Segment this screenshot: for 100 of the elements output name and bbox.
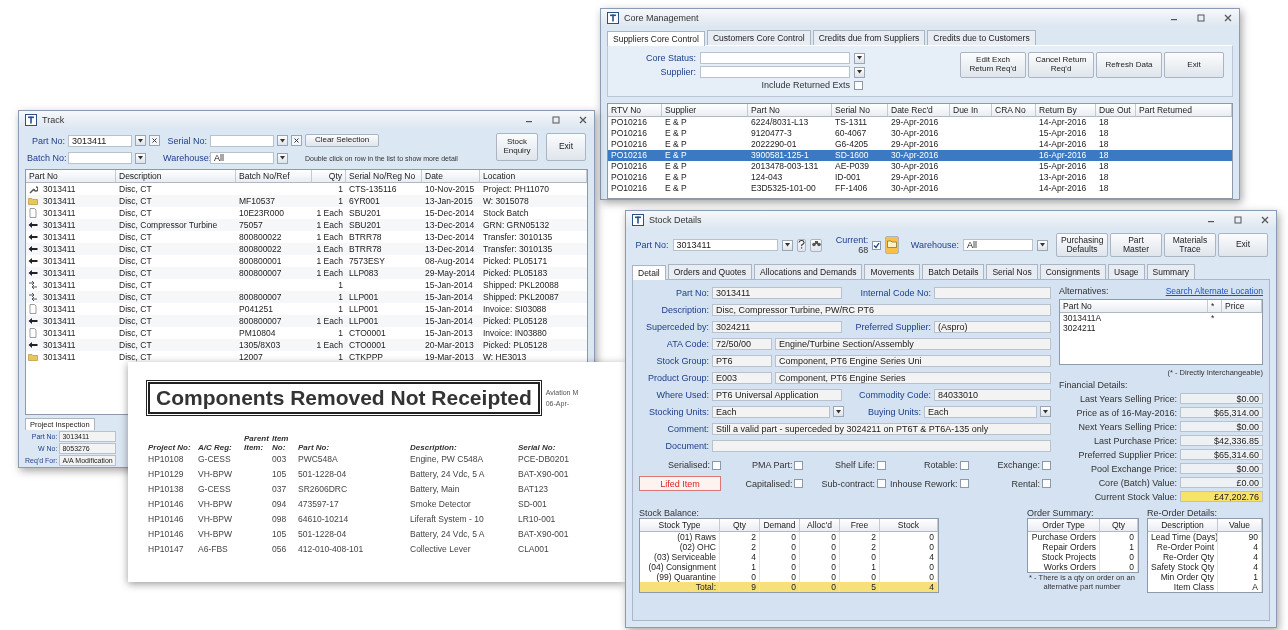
checkbox[interactable]: [959, 460, 969, 470]
field-label: Internal Code No:: [859, 287, 931, 298]
toolbar-button[interactable]: Exit: [1218, 233, 1268, 257]
checkbox[interactable]: [876, 479, 886, 488]
close-icon[interactable]: [578, 115, 588, 125]
tab[interactable]: Consignments: [1039, 264, 1106, 279]
tab[interactable]: Customers Core Control: [707, 30, 811, 45]
checkbox[interactable]: [872, 240, 882, 250]
dropdown-button[interactable]: [277, 152, 288, 164]
toolbar-button[interactable]: Edit Exch Return Req'd: [960, 52, 1026, 78]
text-field[interactable]: 84033010: [934, 388, 1051, 401]
value-field: $0.00: [1180, 393, 1263, 404]
table-row[interactable]: PO10216 E & P 3900581-125-1 SD-1600 30-Apr-2016 16-Apr-2016 18: [608, 150, 1232, 161]
text-field[interactable]: 3013411: [712, 286, 842, 299]
text-field[interactable]: Each: [712, 405, 830, 418]
maximize-icon[interactable]: [551, 115, 561, 125]
toolbar-button[interactable]: Exit: [1164, 52, 1224, 78]
text-field[interactable]: [712, 439, 1051, 452]
clear-button[interactable]: [291, 135, 302, 146]
tab[interactable]: Usage: [1108, 264, 1145, 279]
table-cell-text: 800800007: [238, 315, 283, 327]
value-field: $0.00: [1180, 421, 1263, 432]
text-field[interactable]: Disc, Compressor Turbine, PW/RC PT6: [712, 303, 1051, 316]
table-row[interactable]: PO10216 E & P 124-043 ID-001 29-Apr-2016 13-Apr-2016 18: [608, 172, 1232, 183]
table-row[interactable]: PO10216 E & P 6224/8031-L13 TS-1311 29-Apr-2016 14-Apr-2016 18: [608, 117, 1232, 128]
dropdown-field[interactable]: [68, 152, 132, 164]
dropdown-button[interactable]: [854, 52, 865, 64]
text-field[interactable]: (Aspro): [934, 320, 1051, 333]
table-cell-text: 15-Jan-2013: [424, 327, 474, 339]
tab[interactable]: Credits due from Suppliers: [812, 30, 926, 45]
table-cell-text: 3900581-125-1: [750, 150, 810, 161]
table-cell-text: Disc, CT: [118, 243, 153, 255]
text-field[interactable]: 72/50/00: [712, 337, 772, 350]
exit-button[interactable]: Exit: [546, 133, 586, 161]
text-field[interactable]: PT6: [712, 354, 772, 367]
text-field[interactable]: 3024211: [712, 320, 842, 333]
dropdown-button[interactable]: [135, 135, 146, 146]
dropdown-button[interactable]: [781, 239, 793, 251]
tab[interactable]: Serial Nos: [986, 264, 1038, 279]
tab[interactable]: Detail: [632, 265, 666, 280]
checkbox[interactable]: [794, 479, 804, 488]
close-icon[interactable]: [1223, 13, 1233, 23]
table-row[interactable]: PO10216 E & P 2022290-01 G6-4205 29-Apr-2016 14-Apr-2016 18: [608, 139, 1232, 150]
checkbox[interactable]: [794, 460, 804, 470]
clear-button[interactable]: [149, 135, 160, 146]
dropdown-button[interactable]: [135, 152, 146, 164]
dropdown-field[interactable]: 3013411: [68, 134, 132, 147]
help-button[interactable]: [796, 238, 807, 252]
dropdown-button[interactable]: [1037, 239, 1048, 251]
checkbox[interactable]: [959, 479, 969, 488]
toolbar-button[interactable]: Purchasing Defaults: [1056, 233, 1108, 257]
text-field[interactable]: Each: [924, 405, 1037, 418]
tab[interactable]: Summary: [1146, 264, 1195, 279]
toolbar-button[interactable]: Materials Trace: [1164, 233, 1216, 257]
table-cell-text: 3013411: [42, 327, 77, 339]
toolbar-button[interactable]: Refresh Data: [1096, 52, 1162, 78]
tab[interactable]: Movements: [864, 264, 921, 279]
tab[interactable]: Suppliers Core Control: [607, 31, 705, 46]
tab[interactable]: Orders and Quotes: [667, 264, 753, 279]
checkbox[interactable]: [854, 80, 863, 90]
toolbar-button[interactable]: Part Master: [1110, 233, 1162, 257]
checkbox[interactable]: [1042, 460, 1051, 470]
toolbar-button[interactable]: Cancel Return Req'd: [1028, 52, 1094, 78]
text-field[interactable]: E003: [712, 371, 772, 384]
checkbox[interactable]: [876, 460, 886, 470]
maximize-icon[interactable]: [1196, 13, 1206, 23]
dropdown-field[interactable]: [700, 52, 850, 64]
tab[interactable]: Batch Details: [922, 264, 985, 279]
tab[interactable]: Credits due to Customers: [927, 30, 1036, 45]
table-row[interactable]: PO10216 E & P 9120477-3 60-4067 30-Apr-2016 15-Apr-2016 18: [608, 128, 1232, 139]
table-cell-text: PO10216: [610, 128, 648, 139]
column-header: Due In: [950, 104, 992, 117]
maximize-icon[interactable]: [1233, 215, 1243, 225]
dropdown-field[interactable]: All: [963, 239, 1033, 251]
checkbox[interactable]: [1042, 479, 1051, 488]
binoculars-button[interactable]: [810, 238, 822, 252]
tab[interactable]: Allocations and Demands: [754, 264, 863, 279]
text-field[interactable]: Engine/Turbine Section/Assembly: [775, 337, 1051, 350]
text-field[interactable]: Component, PT6 Engine Series: [775, 371, 1051, 384]
dropdown-field[interactable]: [210, 134, 274, 147]
table-row[interactable]: PO10216 E & P 2013478-003-131 AE-P039 30-Apr-2016 15-Apr-2016 18: [608, 161, 1232, 172]
text-field[interactable]: Component, PT6 Engine Series Uni: [775, 354, 1051, 367]
dropdown-button[interactable]: [277, 135, 288, 146]
close-icon[interactable]: [1260, 215, 1270, 225]
toolbar-button[interactable]: Stock Enquiry: [496, 133, 538, 161]
dropdown-button[interactable]: [854, 66, 865, 78]
dropdown-button[interactable]: [1040, 406, 1051, 417]
search-link[interactable]: Search Alternate Location: [1165, 286, 1263, 296]
checkbox[interactable]: [712, 460, 721, 470]
text-field[interactable]: [934, 286, 1051, 299]
table-cell-text: 20-Mar-2013: [424, 339, 475, 351]
table-row[interactable]: PO10216 E & P E3D5325-101-00 FF-1406 30-Apr-2016 14-Apr-2016 18: [608, 183, 1232, 194]
dropdown-field[interactable]: All: [210, 152, 274, 164]
text-field[interactable]: PT6 Universal Application: [712, 388, 842, 401]
column-header: Part Returned: [1136, 104, 1232, 117]
clear-selection-button[interactable]: Clear Selection: [305, 134, 379, 147]
dropdown-field[interactable]: 3013411: [672, 239, 778, 251]
text-field[interactable]: Still a valid part - superceded by 3024211 on PT6T & PT6A-135 only: [712, 422, 1051, 435]
dropdown-button[interactable]: [833, 406, 844, 417]
dropdown-field[interactable]: [700, 66, 850, 78]
